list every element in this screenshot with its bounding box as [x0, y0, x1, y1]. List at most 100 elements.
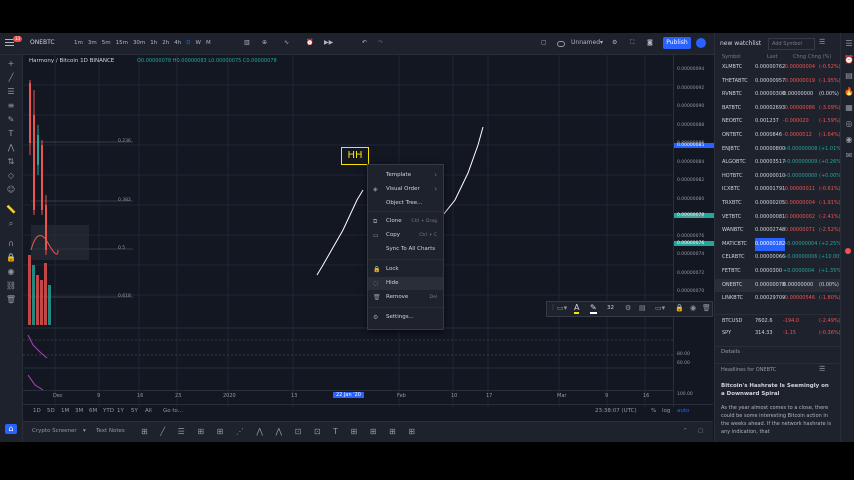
list-icon[interactable]: ☰ — [819, 365, 825, 373]
range-1d[interactable]: 1D — [33, 408, 41, 414]
trash-icon[interactable]: 🗑 — [5, 295, 17, 305]
watchlist-row[interactable]: ICXBTC 0.00001791 -0.00000011 (-0.61%) — [715, 183, 841, 196]
object-tree-icon[interactable]: ⌂ — [5, 424, 17, 434]
fib-icon[interactable]: ≡ — [5, 101, 17, 111]
line-color-icon[interactable]: ✎ — [590, 303, 597, 314]
price-scale[interactable]: 0.00000085 0.00000078 0.00000076 80.00 6… — [673, 55, 715, 407]
watchlist-row[interactable]: RVNBTC 0.00000300 0.00000000 (0.00%) — [715, 88, 841, 101]
menu-item-clone[interactable]: ⧉ Clone Ctrl + Drag — [368, 215, 443, 228]
interval-2h[interactable]: 2h — [162, 37, 169, 49]
live-icon[interactable] — [696, 38, 706, 48]
trend-line-icon[interactable]: ╱ — [5, 73, 17, 83]
horizontal-lines-icon[interactable]: ☰ — [5, 87, 17, 97]
text-notes-tab[interactable]: Text Notes — [96, 428, 125, 434]
layout-icon[interactable]: ▢ — [541, 37, 547, 49]
pattern-icon[interactable]: ⋀ — [5, 143, 17, 153]
menu-item-remove[interactable]: 🗑 Remove Del — [368, 291, 443, 304]
crosshair-icon[interactable]: + — [5, 59, 17, 69]
visual-order-icon[interactable]: ▭▾ — [655, 304, 665, 312]
collapse-icon[interactable]: ⌃ — [683, 428, 688, 434]
range-6m[interactable]: 6M — [89, 408, 97, 414]
prediction-icon[interactable]: ⇅ — [5, 157, 17, 167]
menu-item-sync-to-all-charts[interactable]: Sync To All Charts — [368, 243, 443, 256]
interval-W[interactable]: W — [196, 37, 201, 49]
hide-icon[interactable]: ◉ — [690, 304, 696, 312]
fullscreen-icon[interactable]: ⛶ — [630, 37, 634, 49]
indicators-icon[interactable]: ⊕ — [262, 37, 267, 49]
range-5d[interactable]: 5D — [47, 408, 55, 414]
interval-M[interactable]: M — [206, 37, 211, 49]
layout-name[interactable]: Unnamed — [571, 37, 600, 49]
watchlist-row[interactable]: FETBTC 0.0000300 +0.0000004 (+1.35%) — [715, 265, 841, 278]
watchlist-row[interactable]: ONTBTC 0.0000846 -0.0000012 (-1.64%) — [715, 129, 841, 142]
watchlist-icon[interactable]: ☰ — [843, 39, 854, 49]
watchlist-row[interactable]: MATICBTC 0.00000182 +0.00000004 (+2.25%) — [715, 237, 841, 251]
range-all[interactable]: All — [145, 408, 152, 414]
menu-item-copy[interactable]: ▭ Copy Ctrl + C — [368, 229, 443, 242]
goto-button[interactable]: Go to... — [163, 408, 183, 414]
interval-D[interactable]: D — [186, 37, 190, 49]
interval-15m[interactable]: 15m — [116, 37, 128, 49]
compare-icon[interactable]: ∿ — [284, 37, 289, 49]
publish-button[interactable]: Publish — [663, 37, 691, 49]
watchlist-row[interactable]: CELRBTC 0.00000066+0.00000006(+10.00%) — [715, 251, 841, 264]
watchlist-row[interactable]: ENJBTC 0.00000800 +0.00000008 (+1.01%) — [715, 143, 841, 156]
data-window-icon[interactable]: ▤ — [843, 71, 854, 81]
interval-3m[interactable]: 3m — [88, 37, 97, 49]
auto-toggle[interactable]: auto — [677, 408, 689, 414]
interval-4h[interactable]: 4h — [174, 37, 181, 49]
undo-icon[interactable]: ↶ — [362, 37, 367, 49]
menu-item-hide[interactable]: ◌ Hide — [368, 277, 443, 290]
lock-icon[interactable]: 🔒 — [675, 304, 684, 312]
details-label[interactable]: Details — [721, 349, 740, 355]
lock-icon[interactable]: 🔒 — [5, 253, 17, 263]
chats-icon[interactable]: ✉ — [843, 151, 854, 161]
headline[interactable]: Bitcoin's Hashrate Is Seemingly on a Dow… — [721, 382, 833, 398]
font-size-select[interactable]: 32 — [607, 305, 614, 311]
calendar-icon[interactable]: ▦ — [843, 103, 854, 113]
shapes-icon[interactable]: ◇ — [5, 171, 17, 181]
range-3m[interactable]: 3M — [75, 408, 83, 414]
chart-type-icon[interactable]: ▥ — [244, 37, 250, 49]
interval-1h[interactable]: 1h — [150, 37, 157, 49]
chevron-down-icon[interactable]: ▾ — [83, 428, 86, 434]
watchlist-title[interactable]: new watchlist — [720, 40, 761, 47]
watchlist-row[interactable]: VETBTC 0.00000081 -0.00000002 (-2.41%) — [715, 211, 841, 224]
watchlist-menu-icon[interactable]: ☰ — [819, 38, 825, 46]
menu-item-visual-order[interactable]: ◈ Visual Order › — [368, 183, 443, 196]
watchlist-row[interactable]: ALGOBTC 0.00003517 +0.00000009 (+0.26%) — [715, 156, 841, 169]
ruler-icon[interactable]: 📏 — [5, 205, 17, 215]
watchlist-row[interactable]: HOTBTC 0.00000010 +0.00000000 (+0.00%) — [715, 170, 841, 183]
watchlist-row[interactable]: WANBTC 0.00002748 -0.00000071 (-2.52%) — [715, 224, 841, 237]
menu-item-settings[interactable]: ⚙ Settings... — [368, 311, 443, 324]
range-ytd[interactable]: YTD — [103, 408, 114, 414]
icons-icon[interactable]: ☺ — [5, 185, 17, 195]
camera-icon[interactable]: ◙ — [647, 37, 653, 49]
add-symbol-input[interactable]: Add Symbol — [768, 38, 815, 50]
crypto-screener-tab[interactable]: Crypto Screener — [32, 428, 77, 434]
watchlist-row[interactable]: XLMBTC 0.00000762 -0.00000004 (-0.52%) — [715, 61, 841, 74]
settings-icon[interactable]: ⚙ — [625, 304, 631, 312]
chart-pane[interactable]: Harmony / Bitcoin 1D BINANCE O0.00000078… — [23, 55, 673, 407]
redo-icon[interactable]: ↷ — [378, 37, 383, 49]
brush-icon[interactable]: ✎ — [5, 115, 17, 125]
menu-item-object-tree[interactable]: Object Tree... — [368, 197, 443, 210]
link-icon[interactable]: ⛓ — [5, 281, 17, 291]
delete-icon[interactable]: 🗑 — [702, 304, 711, 312]
menu-item-lock[interactable]: 🔒 Lock — [368, 263, 443, 276]
interval-1m[interactable]: 1m — [74, 37, 83, 49]
alert-icon[interactable]: ⏰ — [306, 37, 313, 49]
watchlist-row[interactable]: BTCUSD 7602.6 -194.0 (-2.49%) — [715, 313, 841, 328]
comment-icon[interactable]: ▤ — [639, 304, 646, 312]
zoom-icon[interactable]: ⌕ — [5, 219, 17, 229]
watchlist-row[interactable]: THETABTC 0.00000957 -0.00000019 (-1.95%) — [715, 75, 841, 88]
log-toggle[interactable]: log — [662, 408, 670, 414]
hotlist-icon[interactable]: 🔥 — [843, 87, 854, 97]
chart-legend-title[interactable]: Harmony / Bitcoin 1D BINANCE — [29, 58, 114, 64]
replay-icon[interactable]: ▶▶ — [324, 37, 333, 49]
ideas-icon[interactable]: ◎ — [843, 119, 854, 129]
range-1m[interactable]: 1M — [61, 408, 69, 414]
watchlist-row[interactable]: SPY 314.33 -1.15 (-0.36%) — [715, 327, 841, 340]
watchlist-row[interactable]: ONEBTC 0.00000078 0.00000000 (0.00%) — [715, 278, 841, 292]
watchlist-row[interactable]: LINKBTC 0.00029709 -0.00000546 (-1.80%) — [715, 292, 841, 305]
